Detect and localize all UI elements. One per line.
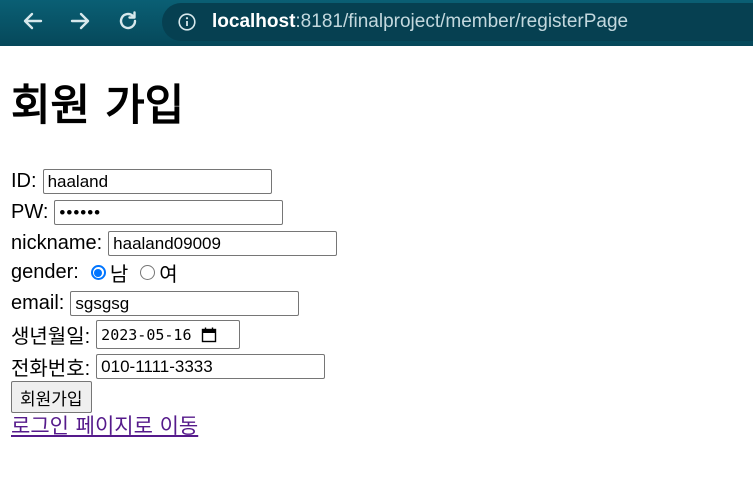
gender-label: gender: [11, 261, 79, 283]
email-input[interactable]: sgsgsg [70, 291, 300, 316]
phone-row: 전화번호: 010-1111-3333 [11, 351, 326, 382]
pw-row: PW: •••••• [11, 197, 284, 228]
forward-button[interactable] [63, 6, 97, 36]
birth-date-input[interactable]: 2023-05-16 [96, 320, 241, 349]
gender-female-radio[interactable] [140, 265, 156, 280]
register-submit-button[interactable]: 회원가입 [11, 381, 92, 413]
nickname-label: nickname: [11, 232, 103, 254]
url-host: localhost [212, 11, 296, 32]
gender-male-radio[interactable] [90, 265, 106, 280]
email-row: email: sgsgsg [11, 288, 300, 319]
pw-input[interactable]: •••••• [54, 200, 284, 225]
back-button[interactable] [16, 6, 50, 36]
nickname-input[interactable]: haaland09009 [108, 231, 338, 256]
browser-toolbar: localhost:8181/finalproject/member/regis… [0, 0, 753, 46]
login-page-link[interactable]: 로그인 페이지로 이동 [11, 412, 198, 440]
back-arrow-icon [23, 12, 43, 30]
birth-label: 생년월일: [11, 326, 91, 348]
id-row: ID: haaland [11, 166, 272, 197]
gender-female-label: 여 [159, 264, 178, 286]
birth-date-value: 2023-05-16 [101, 325, 192, 344]
birth-row: 생년월일: 2023-05-16 [11, 319, 241, 350]
url-path: :8181/finalproject/member/registerPage [295, 11, 629, 32]
forward-arrow-icon [70, 12, 90, 30]
phone-label: 전화번호: [11, 358, 91, 380]
site-info-icon[interactable] [178, 13, 196, 31]
url-text: localhost:8181/finalproject/member/regis… [212, 9, 628, 35]
phone-input[interactable]: 010-1111-3333 [96, 354, 326, 379]
id-label: ID: [11, 170, 37, 192]
gender-male-label: 남 [109, 264, 129, 286]
pw-label: PW: [11, 201, 49, 223]
page-title: 회원 가입 [11, 81, 185, 131]
nickname-row: nickname: haaland09009 [11, 228, 338, 259]
reload-button[interactable] [111, 6, 145, 36]
id-input[interactable]: haaland [42, 169, 272, 194]
calendar-icon[interactable] [201, 327, 217, 343]
address-bar[interactable]: localhost:8181/finalproject/member/regis… [162, 3, 753, 41]
gender-row: gender: 남 여 [11, 257, 178, 288]
email-label: email: [11, 292, 65, 314]
reload-icon [119, 11, 137, 30]
